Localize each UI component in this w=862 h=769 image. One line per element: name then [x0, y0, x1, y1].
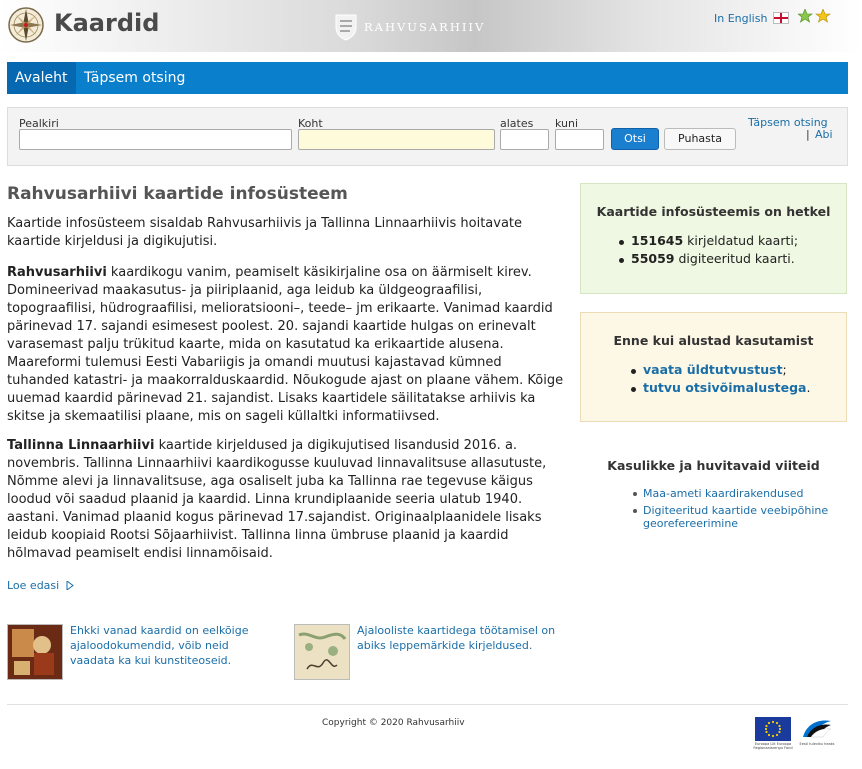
- uk-flag-icon[interactable]: [773, 12, 789, 24]
- from-input[interactable]: [500, 129, 549, 150]
- stats-title: Kaartide infosüsteemis on hetkel: [596, 204, 831, 219]
- app-title[interactable]: Kaardid: [54, 9, 159, 37]
- linnaarhiiv-text: kaartide kirjeldused ja digikujutised li…: [7, 438, 547, 561]
- search-options-item: tutvu otsivõimalustega.: [631, 380, 811, 395]
- stats-box: Kaartide infosüsteemis on hetkel 151645 …: [580, 183, 847, 294]
- overview-item: vaata üldtutvustust;: [631, 362, 787, 377]
- favorites-icon[interactable]: [798, 9, 832, 23]
- rahvusarhiiv-bold: Rahvusarhiivi: [7, 265, 107, 280]
- english-link[interactable]: In English: [714, 12, 767, 25]
- overview-link[interactable]: vaata üldtutvustust: [643, 362, 783, 377]
- feature-symbols-text[interactable]: Ajalooliste kaartidega töötamisel on abi…: [357, 623, 557, 653]
- stat-described-number: 151645: [631, 233, 684, 248]
- stat-described-label: kirjeldatud kaarti;: [683, 233, 799, 248]
- getting-started-box: Enne kui alustad kasutamist vaata üldtut…: [580, 312, 847, 422]
- main-nav: Avaleht Täpsem otsing: [7, 62, 848, 94]
- tab-advanced-search[interactable]: Täpsem otsing: [76, 62, 193, 94]
- useful-links-title: Kasulikke ja huvitavaid viiteid: [607, 458, 820, 473]
- coat-of-arms-icon: [335, 14, 357, 41]
- rahvusarhiiv-paragraph: Rahvusarhiivi kaardikogu vanim, peamisel…: [7, 264, 567, 426]
- read-more-link[interactable]: Loe edasi: [7, 579, 74, 592]
- copyright: Copyright © 2020 Rahvusarhiiv: [322, 718, 465, 728]
- title-input[interactable]: [19, 129, 292, 150]
- link-maa-amet-label[interactable]: Maa-ameti kaardirakendused: [643, 487, 803, 500]
- estonia-logo-icon: [803, 720, 832, 738]
- link-separator: |: [806, 128, 810, 141]
- search-options-suffix: .: [806, 380, 811, 395]
- rahvusarhiiv-text: kaardikogu vanim, peamiselt käsikirjalin…: [7, 265, 564, 424]
- map-symbols-thumbnail[interactable]: [294, 624, 350, 680]
- feature-art-text[interactable]: Ehkki vanad kaardid on eelkõige ajaloodo…: [70, 623, 270, 668]
- place-input[interactable]: [298, 129, 495, 150]
- help-link[interactable]: Abi: [815, 128, 833, 141]
- overview-suffix: ;: [782, 362, 787, 377]
- read-more-label: Loe edasi: [7, 579, 60, 592]
- stat-digitized-label: digiteeritud kaarti.: [674, 251, 795, 266]
- linnaarhiiv-bold: Tallinna Linnaarhiivi: [7, 438, 155, 453]
- chevron-right-icon: [66, 580, 74, 591]
- clear-button[interactable]: Puhasta: [664, 128, 736, 150]
- search-options-link[interactable]: tutvu otsivõimalustega: [643, 380, 806, 395]
- search-panel: Pealkiri Koht alates kuni Otsi Puhasta T…: [7, 107, 848, 166]
- stat-described: 151645 kirjeldatud kaarti;: [619, 233, 799, 248]
- search-button[interactable]: Otsi: [611, 128, 659, 150]
- stat-digitized: 55059 digiteeritud kaarti.: [619, 251, 795, 266]
- compass-rose-icon[interactable]: [7, 6, 45, 44]
- art-map-thumbnail[interactable]: [7, 624, 63, 680]
- getting-started-title: Enne kui alustad kasutamist: [613, 333, 814, 348]
- tab-home[interactable]: Avaleht: [7, 62, 76, 94]
- link-maa-amet[interactable]: Maa-ameti kaardirakendused: [633, 487, 843, 500]
- eu-caption: Euroopa Liit Euroopa Regionaalarengu Fon…: [753, 742, 793, 750]
- archive-name: RAHVUSARHIIV: [364, 20, 486, 34]
- stat-digitized-number: 55059: [631, 251, 675, 266]
- intro-paragraph: Kaartide infosüsteem sisaldab Rahvusarhi…: [7, 216, 523, 249]
- to-input[interactable]: [555, 129, 604, 150]
- link-georeferencing-label[interactable]: Digiteeritud kaartide veebipõhine georef…: [643, 504, 828, 530]
- eu-flag-icon: [755, 717, 791, 741]
- estonia-caption: Eesti tuleviku heaks: [799, 742, 835, 746]
- footer-divider: [7, 704, 848, 705]
- link-georeferencing[interactable]: Digiteeritud kaartide veebipõhine georef…: [633, 504, 843, 530]
- page-header: Kaardid RAHVUSARHIIV In English: [0, 0, 862, 52]
- linnaarhiiv-paragraph: Tallinna Linnaarhiivi kaartide kirjeldus…: [7, 437, 567, 563]
- page-title: Rahvusarhiivi kaartide infosüsteem: [7, 184, 348, 204]
